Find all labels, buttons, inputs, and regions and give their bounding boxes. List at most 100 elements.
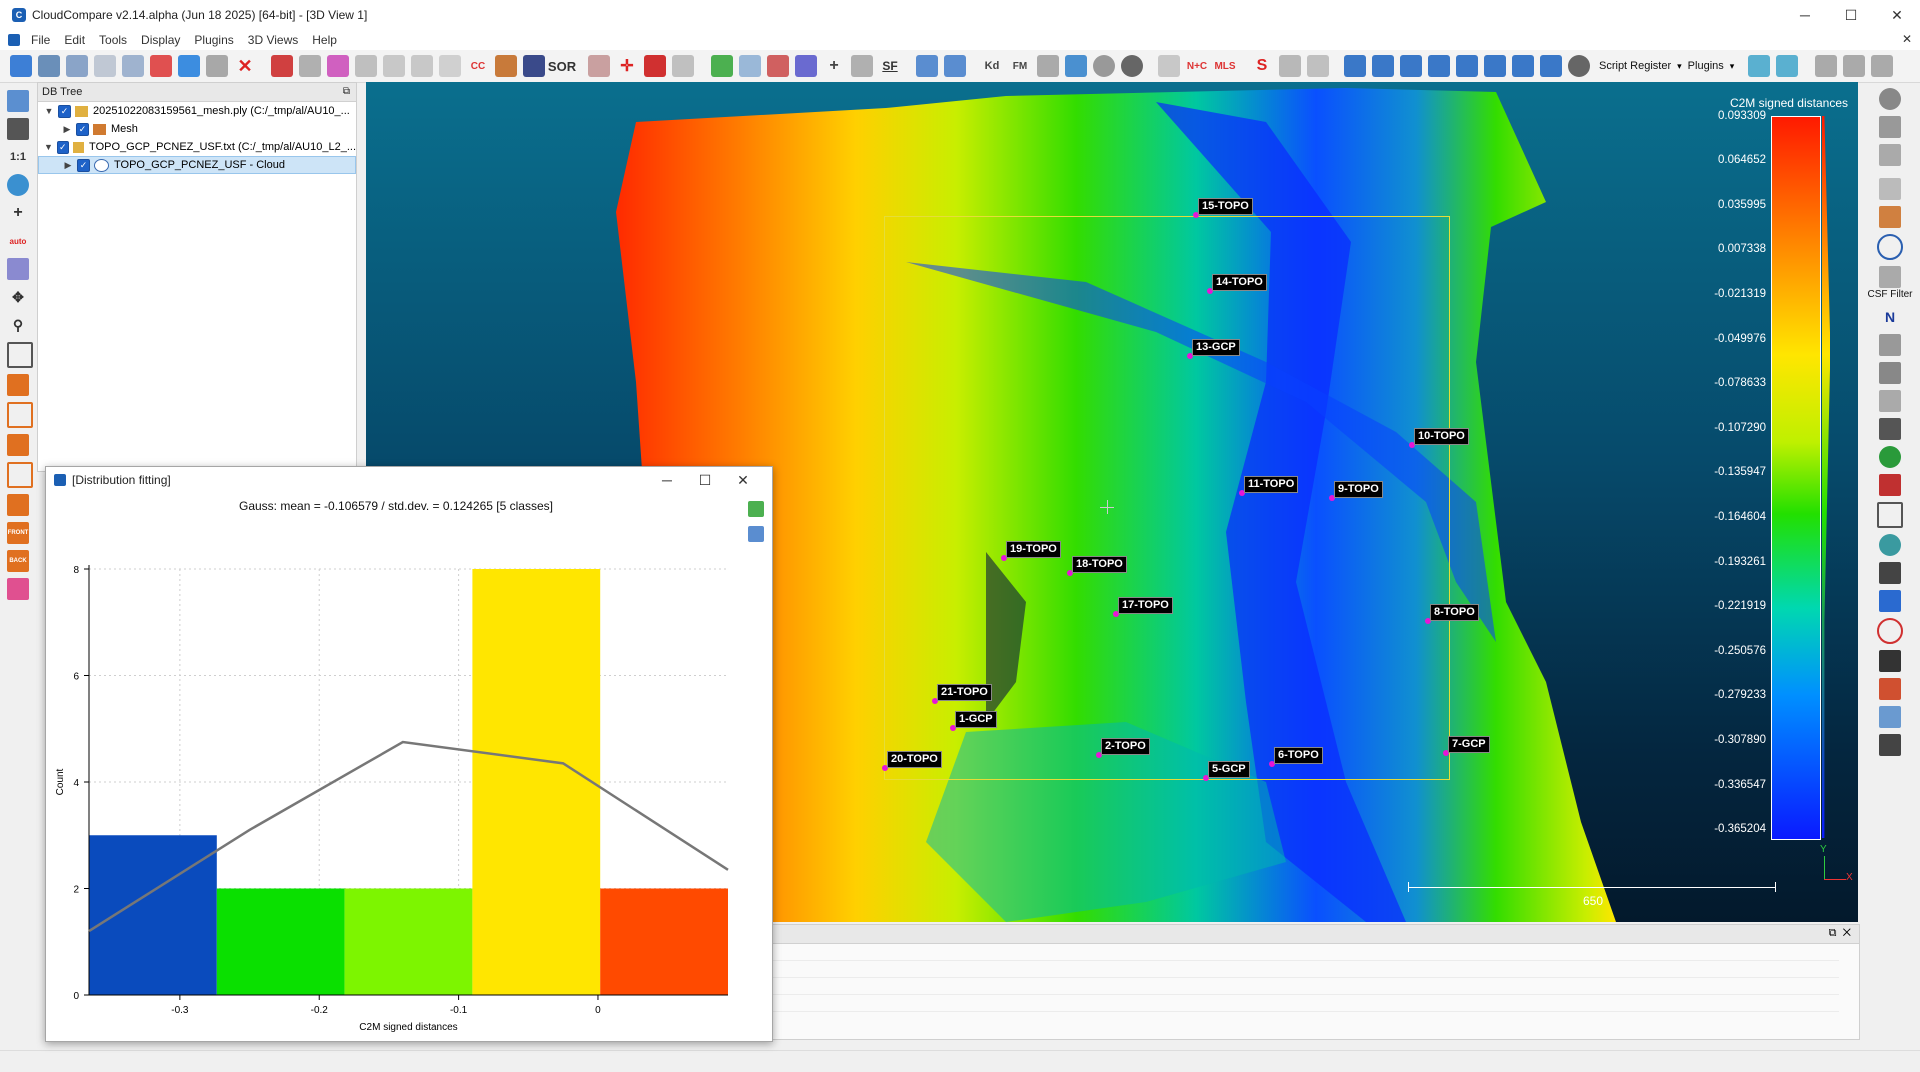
menu-3d-views[interactable]: 3D Views (248, 33, 298, 47)
gate-icon[interactable] (1879, 650, 1901, 672)
expand-arrow-icon[interactable]: ▶ (63, 156, 73, 174)
rgb-icon[interactable] (1879, 474, 1901, 496)
export-image-icon[interactable] (748, 526, 764, 542)
hpr-icon[interactable] (1879, 334, 1901, 356)
g3-icon[interactable] (1879, 534, 1901, 556)
mls-icon[interactable]: MLS (1214, 55, 1236, 77)
visibility-checkbox[interactable]: ✓ (58, 104, 71, 118)
python-icon-3[interactable] (1400, 55, 1422, 77)
menu-file[interactable]: File (31, 33, 50, 47)
tree-item-cloud[interactable]: ▶ ✓ TOPO_GCP_PCNEZ_USF - Cloud (38, 156, 356, 174)
octree-icon[interactable] (327, 55, 349, 77)
translate-rotate-icon[interactable] (150, 55, 172, 77)
checkerboard-icon[interactable] (523, 55, 545, 77)
auto-pick-icon[interactable]: auto (7, 230, 29, 252)
sf-calculator-icon[interactable] (851, 55, 873, 77)
shield-icon[interactable] (1879, 266, 1901, 288)
gear-icon[interactable] (1568, 55, 1590, 77)
minimize-button[interactable]: ─ (1782, 0, 1828, 30)
plugin-1-icon[interactable] (1879, 88, 1901, 110)
cube-icon[interactable] (1877, 502, 1903, 528)
merge-icon[interactable] (178, 55, 200, 77)
chevron-down-icon[interactable]: ▾ (1730, 61, 1735, 72)
color-icon[interactable] (271, 55, 293, 77)
save-all-icon[interactable] (66, 55, 88, 77)
maximize-button[interactable]: ☐ (1828, 0, 1874, 30)
shield-icon[interactable] (1879, 390, 1901, 412)
plugin-c-icon[interactable] (1748, 55, 1771, 77)
histogram-chart[interactable]: -0.3 -0.2 -0.1 0 0 2 4 6 8 C2M signed distances Co… (46, 507, 746, 1041)
close-button[interactable]: ✕ (1874, 0, 1920, 30)
plugin-2-icon[interactable] (1879, 116, 1901, 138)
dialog-minimize-button[interactable]: ─ (648, 467, 686, 493)
python-icon-6[interactable] (1484, 55, 1506, 77)
normals-icon[interactable] (299, 55, 321, 77)
menu-plugins[interactable]: Plugins (194, 33, 233, 47)
registration-icon[interactable] (411, 55, 433, 77)
close-icon[interactable]: ✕ (1843, 927, 1851, 939)
tree-item-cloud-file[interactable]: ▼ ✓ TOPO_GCP_PCNEZ_USF.txt (C:/_tmp/al/A… (38, 138, 356, 156)
visibility-checkbox[interactable]: ✓ (76, 122, 89, 136)
open-icon[interactable] (10, 55, 32, 77)
float-panel-icon[interactable]: ⧉ (1829, 927, 1837, 939)
plugins-dropdown[interactable]: Plugins (1688, 60, 1724, 72)
canupo-classify-icon[interactable] (944, 55, 966, 77)
cross-section-icon[interactable] (644, 55, 666, 77)
pcv-icon[interactable] (1879, 418, 1901, 440)
import-icon[interactable] (1307, 55, 1329, 77)
sf-arithmetic-icon[interactable] (795, 55, 817, 77)
distribution-fitting-dialog[interactable]: [Distribution fitting] ─ ☐ ✕ Gauss: mean… (45, 466, 773, 1042)
globe-icon[interactable] (1121, 55, 1143, 77)
north-icon[interactable]: N (1879, 306, 1901, 328)
splat-icon[interactable] (1879, 678, 1901, 700)
sor-filter-icon[interactable]: SOR (548, 55, 576, 77)
camera-icon[interactable] (7, 118, 29, 140)
tree-icon[interactable] (1879, 734, 1901, 756)
fast-marching-icon[interactable]: FM (1009, 55, 1031, 77)
dialog-titlebar[interactable]: [Distribution fitting] ─ ☐ ✕ (46, 467, 772, 493)
dialog-close-button[interactable]: ✕ (724, 467, 762, 493)
cloud-mesh-distance-icon[interactable] (495, 55, 517, 77)
python-icon-4[interactable] (1428, 55, 1450, 77)
crosshair-icon[interactable]: + (7, 202, 29, 224)
mountain-icon[interactable] (1843, 55, 1866, 77)
chevron-down-icon[interactable]: ▾ (1677, 61, 1682, 72)
menu-display[interactable]: Display (141, 33, 180, 47)
facets-icon[interactable] (1279, 55, 1301, 77)
rotation-center-icon[interactable] (7, 174, 29, 196)
view-right-icon[interactable] (7, 434, 29, 456)
one-to-one-icon[interactable]: 1:1 (7, 146, 29, 168)
python-icon-2[interactable] (1372, 55, 1394, 77)
sf-gradient-icon[interactable] (739, 55, 761, 77)
compass-icon[interactable] (672, 55, 694, 77)
zoom-icon[interactable]: ⚲ (7, 314, 29, 336)
graph-icon[interactable] (1871, 55, 1894, 77)
layers-icon[interactable] (1879, 590, 1901, 612)
tree-item-mesh[interactable]: ▶ ✓ Mesh (38, 120, 356, 138)
view-iso-icon[interactable] (7, 342, 33, 368)
view-left-icon[interactable] (7, 402, 33, 428)
view-iso2-icon[interactable] (7, 494, 29, 516)
app-menu-icon[interactable] (8, 34, 20, 46)
point-picking-icon[interactable]: ✛ (616, 55, 638, 77)
kd-tree-icon[interactable]: Kd (981, 55, 1003, 77)
mdi-close-button[interactable]: ✕ (1902, 32, 1912, 46)
screen-icon[interactable] (7, 90, 29, 112)
delaunay-icon[interactable] (383, 55, 405, 77)
ellipse-icon[interactable] (1877, 618, 1903, 644)
expand-arrow-icon[interactable]: ▼ (44, 138, 53, 156)
visibility-checkbox[interactable]: ✓ (77, 158, 90, 172)
tree-item-mesh-file[interactable]: ▼ ✓ 20251022083159561_mesh.ply (C:/_tmp/… (38, 102, 356, 120)
plugin-3-icon[interactable] (1879, 144, 1901, 166)
menu-help[interactable]: Help (312, 33, 337, 47)
visibility-checkbox[interactable]: ✓ (56, 140, 69, 154)
m3c2-icon[interactable] (1879, 362, 1901, 384)
sample-points-icon[interactable] (355, 55, 377, 77)
normal-color-icon[interactable]: N+C (1186, 55, 1208, 77)
subsample-icon[interactable] (206, 55, 228, 77)
window-icon[interactable] (1879, 706, 1901, 728)
bbox-icon[interactable] (7, 258, 29, 280)
view-back-icon[interactable]: BACK (7, 550, 29, 572)
min-max-icon[interactable] (767, 55, 789, 77)
cluster-icon[interactable] (1158, 55, 1180, 77)
